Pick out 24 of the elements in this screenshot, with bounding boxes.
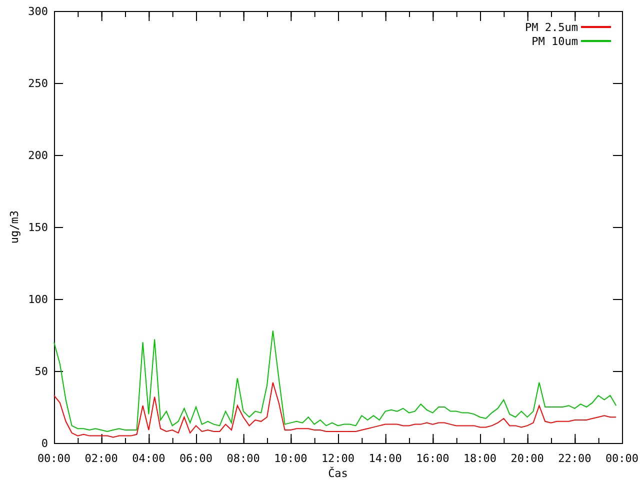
axis-tick-label: 18:00	[463, 452, 497, 465]
axis-tick-label: 02:00	[84, 452, 118, 465]
axis-tick-label: 04:00	[132, 452, 166, 465]
axis-tick-label: 200	[28, 149, 48, 162]
axis-tick-label: 0	[41, 437, 48, 450]
axis-tick-label: 150	[28, 221, 48, 234]
legend-label: PM 2.5um	[525, 21, 578, 34]
axis-tick-label: 14:00	[368, 452, 402, 465]
axis-title: ug/m3	[8, 210, 21, 244]
axis-tick-label: 250	[28, 77, 48, 90]
axis-tick-label: 00:00	[37, 452, 71, 465]
axis-tick-label: 50	[34, 365, 48, 378]
axis-tick-label: 300	[28, 5, 48, 18]
legend-label: PM 10um	[532, 35, 578, 48]
axis-tick-label: 22:00	[558, 452, 592, 465]
axis-tick-label: 00:00	[605, 452, 639, 465]
axis-tick-label: 12:00	[321, 452, 355, 465]
axis-tick-label: 06:00	[179, 452, 213, 465]
axis-tick-label: 100	[28, 293, 48, 306]
axis-title: Čas	[328, 467, 348, 480]
axis-tick-label: 16:00	[416, 452, 450, 465]
axis-tick-label: 20:00	[510, 452, 544, 465]
axis-tick-label: 10:00	[274, 452, 308, 465]
axis-tick-label: 08:00	[226, 452, 260, 465]
